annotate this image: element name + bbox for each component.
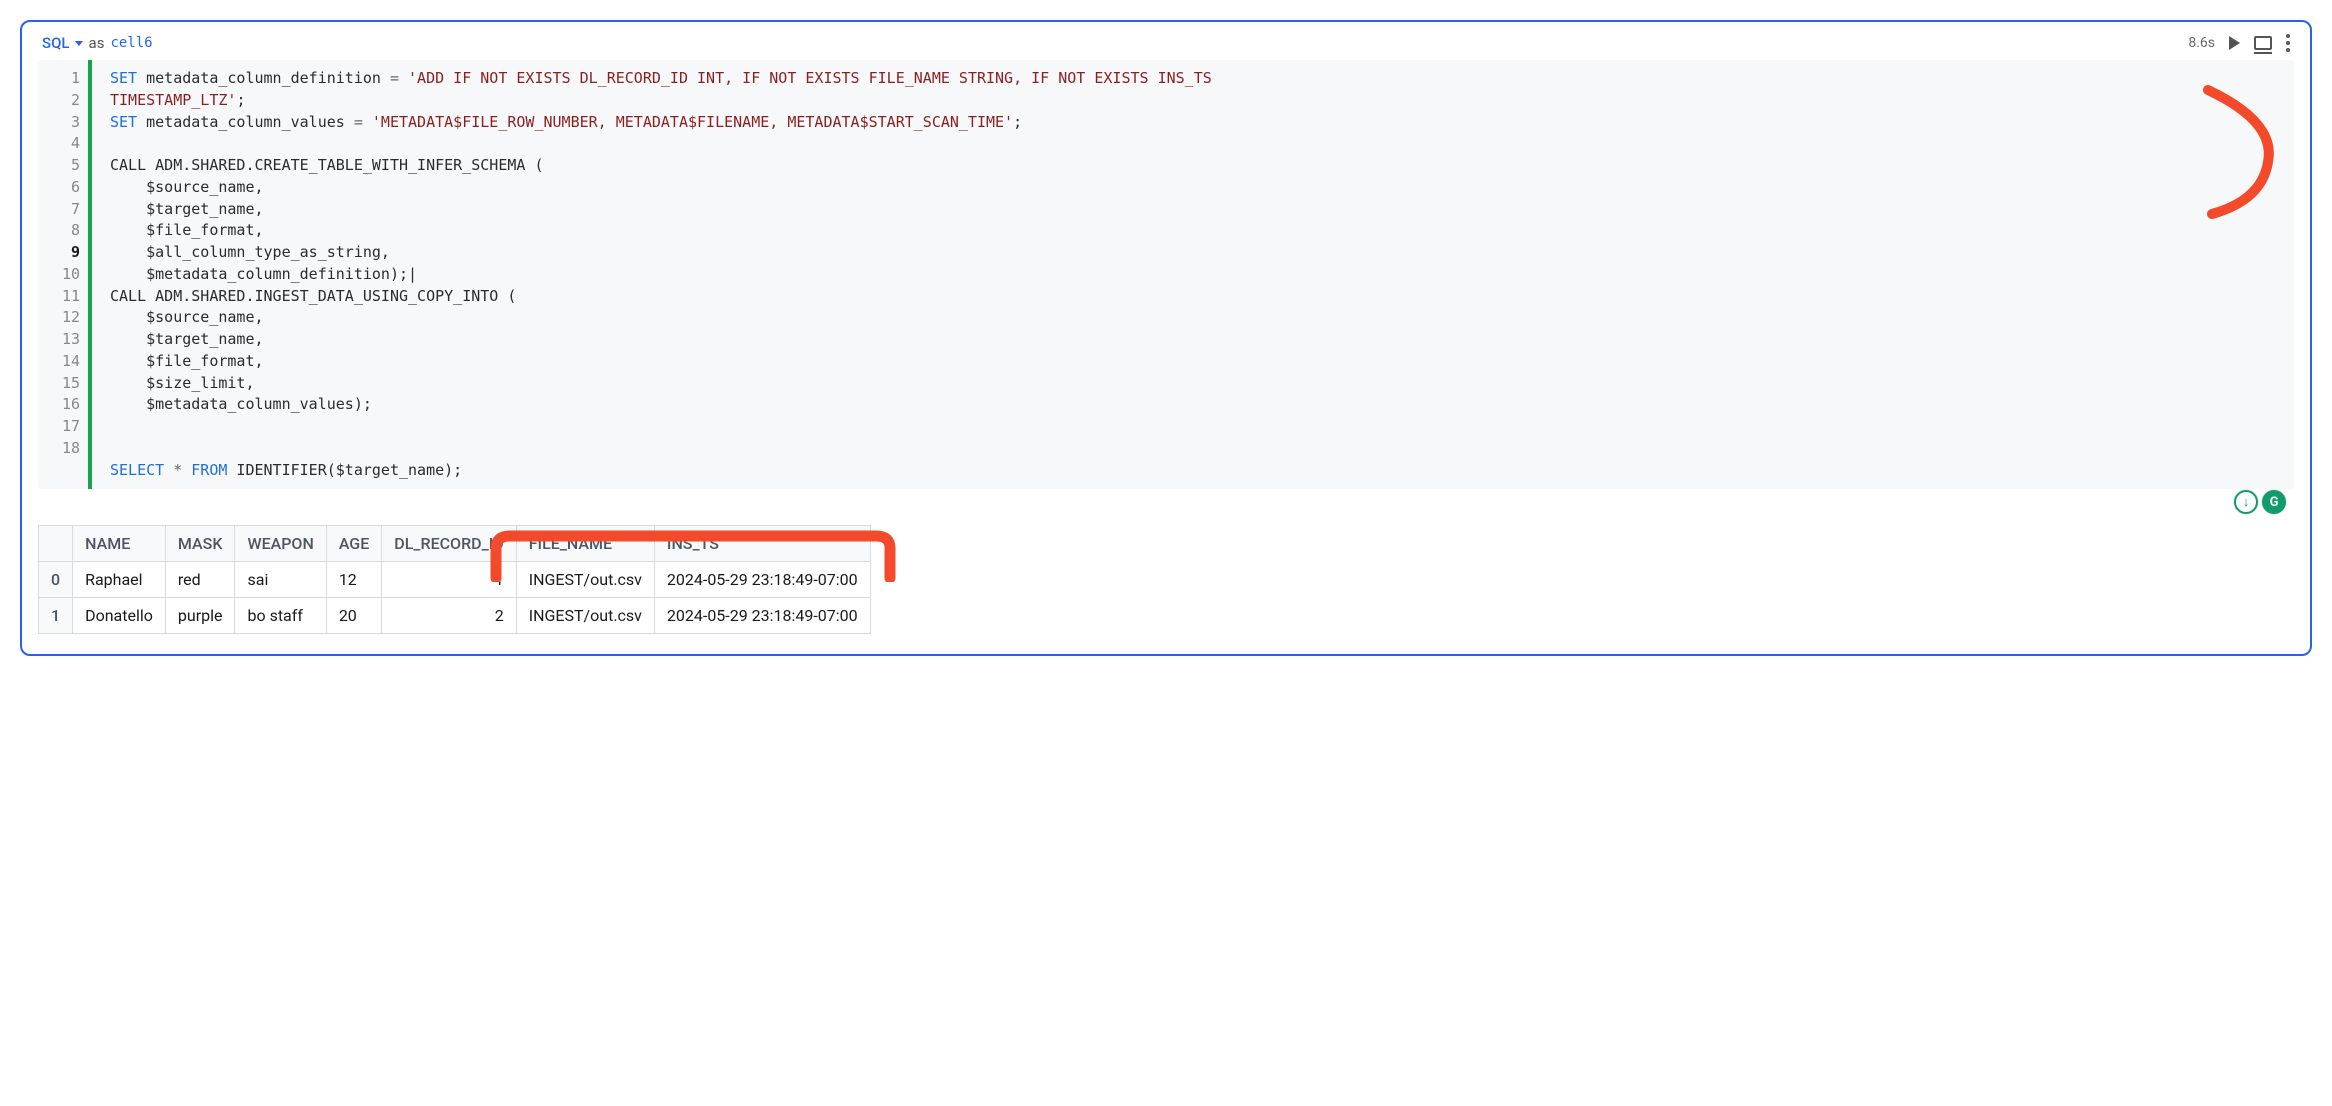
code-editor[interactable]: 123456789101112131415161718 SET metadata… <box>38 60 2294 489</box>
line-number: 14 <box>52 351 80 373</box>
table-body: 0Raphaelredsai121INGEST/out.csv2024-05-2… <box>39 562 871 634</box>
line-number: 7 <box>52 199 80 221</box>
vertical-dots-icon <box>2286 34 2290 52</box>
database-badge-icon[interactable]: ↓ <box>2234 490 2258 514</box>
cell-name[interactable]: cell6 <box>110 35 152 51</box>
table-header-row: NAMEMASKWEAPONAGEDL_RECORD_IDFILE_NAMEIN… <box>39 526 871 562</box>
more-menu-button[interactable] <box>2286 34 2290 52</box>
line-number: 1 <box>52 68 80 90</box>
as-label: as <box>89 34 105 52</box>
table-cell: 12 <box>326 562 381 598</box>
table-column-header[interactable] <box>39 526 73 562</box>
line-number-gutter: 123456789101112131415161718 <box>38 60 88 489</box>
layout-button[interactable] <box>2254 36 2272 50</box>
cell-header: SQL as cell6 8.6s <box>38 28 2294 60</box>
line-number: 15 <box>52 373 80 395</box>
table-cell: bo staff <box>235 598 326 634</box>
line-number: 17 <box>52 416 80 438</box>
line-number: 5 <box>52 155 80 177</box>
cell-header-right: 8.6s <box>2188 34 2290 52</box>
play-icon <box>2229 36 2240 50</box>
table-cell: 0 <box>39 562 73 598</box>
table-cell: Raphael <box>73 562 166 598</box>
results-table: NAMEMASKWEAPONAGEDL_RECORD_IDFILE_NAMEIN… <box>38 525 871 634</box>
code-content[interactable]: SET metadata_column_definition = 'ADD IF… <box>92 60 2294 489</box>
table-column-header[interactable]: MASK <box>165 526 235 562</box>
table-cell: 1 <box>382 562 516 598</box>
chevron-down-icon <box>75 41 83 46</box>
line-number: 11 <box>52 286 80 308</box>
table-row[interactable]: 1Donatellopurplebo staff202INGEST/out.cs… <box>39 598 871 634</box>
table-cell: 2024-05-29 23:18:49-07:00 <box>654 562 870 598</box>
table-cell: 1 <box>39 598 73 634</box>
line-number: 3 <box>52 112 80 134</box>
cell-header-left: SQL as cell6 <box>42 34 153 52</box>
line-number: 18 <box>52 438 80 460</box>
table-cell: INGEST/out.csv <box>516 598 654 634</box>
table-cell: 2024-05-29 23:18:49-07:00 <box>654 598 870 634</box>
table-column-header[interactable]: AGE <box>326 526 381 562</box>
line-number: 9 <box>52 242 80 264</box>
grammarly-badge-icon[interactable]: G <box>2262 490 2286 514</box>
language-selector[interactable]: SQL <box>42 34 83 52</box>
table-column-header[interactable]: INS_TS <box>654 526 870 562</box>
table-row[interactable]: 0Raphaelredsai121INGEST/out.csv2024-05-2… <box>39 562 871 598</box>
line-number: 13 <box>52 329 80 351</box>
line-number: 12 <box>52 307 80 329</box>
run-button[interactable] <box>2229 36 2240 50</box>
table-cell: Donatello <box>73 598 166 634</box>
line-number: 6 <box>52 177 80 199</box>
table-column-header[interactable]: NAME <box>73 526 166 562</box>
table-column-header[interactable]: FILE_NAME <box>516 526 654 562</box>
line-number: 2 <box>52 90 80 112</box>
table-cell: purple <box>165 598 235 634</box>
layout-icon <box>2254 36 2272 50</box>
table-cell: INGEST/out.csv <box>516 562 654 598</box>
line-number: 10 <box>52 264 80 286</box>
table-column-header[interactable]: DL_RECORD_ID <box>382 526 516 562</box>
table-cell: sai <box>235 562 326 598</box>
table-cell: 20 <box>326 598 381 634</box>
table-cell: red <box>165 562 235 598</box>
execution-time: 8.6s <box>2188 35 2215 51</box>
notebook-cell: SQL as cell6 8.6s 1234567891011121314151… <box>20 20 2312 656</box>
table-cell: 2 <box>382 598 516 634</box>
line-number: 16 <box>52 394 80 416</box>
line-number: 4 <box>52 133 80 155</box>
floating-badges: ↓ G <box>2234 490 2286 514</box>
language-label: SQL <box>42 34 70 52</box>
line-number: 8 <box>52 220 80 242</box>
table-column-header[interactable]: WEAPON <box>235 526 326 562</box>
